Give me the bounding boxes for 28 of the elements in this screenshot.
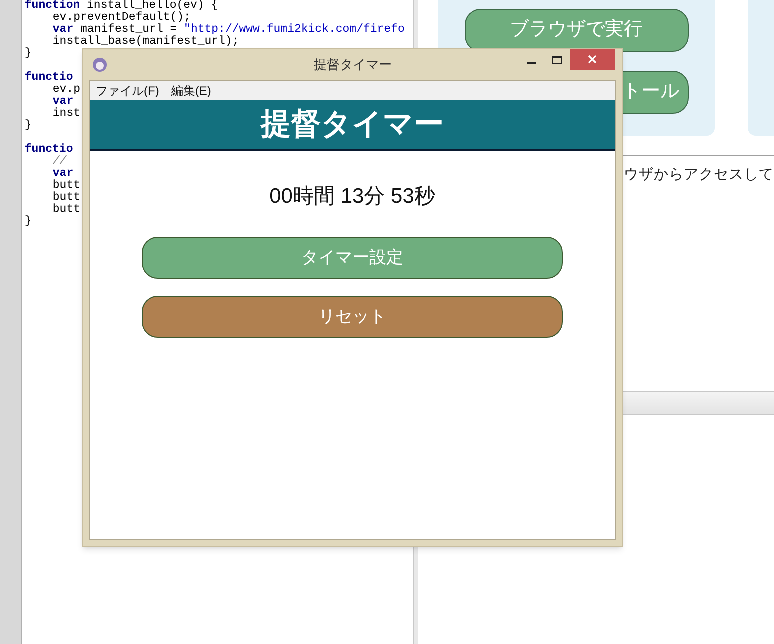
code-line: var manifest_url = "http://www.fumi2kick.com/firefo: [52, 23, 405, 36]
close-button[interactable]: [570, 49, 615, 70]
code-line: butt: [52, 203, 81, 216]
code-line: inst: [52, 107, 81, 120]
code-line: ev.p: [52, 83, 81, 96]
window-title: 提督タイマー: [313, 56, 393, 74]
code-line: functio: [24, 71, 74, 84]
action-button[interactable]: ブラウザで実行: [464, 9, 689, 52]
menu-item[interactable]: ファイル(F): [96, 82, 160, 100]
code-line: var: [52, 95, 74, 108]
close-icon: [588, 55, 597, 64]
code-line: butt: [52, 191, 81, 204]
code-line: }: [24, 47, 32, 60]
timer-readout: 00時間 13分 53秒: [270, 184, 436, 210]
page-text: ウザからアクセスして: [624, 166, 774, 184]
code-line: }: [24, 119, 32, 132]
app-icon: [92, 56, 108, 72]
code-line: install_base(manifest_url);: [52, 35, 240, 48]
code-line: }: [24, 215, 32, 228]
menu-item[interactable]: 編集(E): [171, 82, 212, 100]
code-line: //: [52, 155, 67, 168]
timer-settings-button[interactable]: タイマー設定: [142, 236, 563, 278]
app-heading: 提督タイマー: [261, 110, 444, 140]
code-line: functio: [24, 143, 74, 156]
code-line: butt: [52, 179, 81, 192]
reset-button[interactable]: リセット: [142, 296, 563, 338]
code-line: var: [52, 167, 74, 180]
code-line: ev.preventDefault();: [52, 11, 191, 24]
